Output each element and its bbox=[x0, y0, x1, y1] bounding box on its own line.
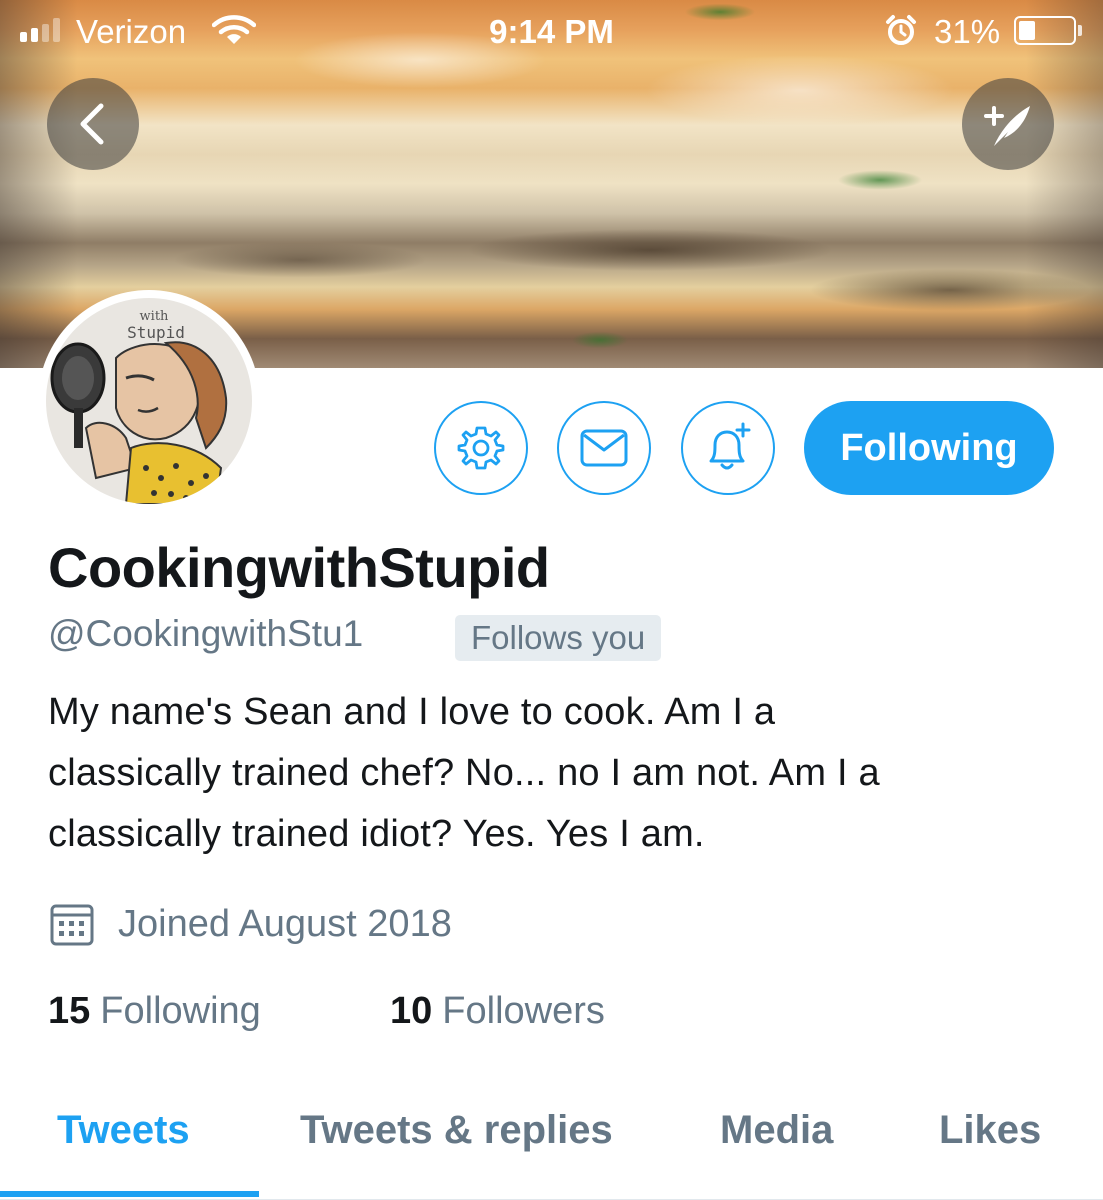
back-button[interactable] bbox=[47, 78, 139, 170]
tab-media[interactable]: Media bbox=[720, 1108, 833, 1153]
direct-message-button[interactable] bbox=[557, 401, 651, 495]
avatar-image: with Stupid bbox=[46, 298, 252, 504]
bio-line: classically trained chef? No... no I am … bbox=[48, 752, 880, 794]
profile-tabs: Tweets Tweets & replies Media Likes bbox=[0, 1088, 1103, 1200]
avatar-text-with: with bbox=[140, 309, 170, 324]
following-count: 15 bbox=[48, 990, 91, 1032]
battery-percent: 31% bbox=[934, 13, 1001, 50]
battery-nub bbox=[1078, 25, 1082, 36]
alarm-icon bbox=[884, 14, 918, 56]
follows-you-badge: Follows you bbox=[455, 615, 662, 661]
calendar-icon bbox=[50, 904, 94, 946]
bio-line: My name's Sean and I love to cook. Am I … bbox=[48, 691, 776, 733]
followers-count: 10 bbox=[390, 990, 433, 1032]
bell-plus-icon bbox=[709, 422, 751, 470]
compose-tweet-icon bbox=[984, 106, 1030, 146]
avatar-text-stupid: Stupid bbox=[127, 323, 185, 342]
followers-count-link[interactable]: 10 Followers bbox=[390, 990, 605, 1033]
tab-tweets[interactable]: Tweets bbox=[57, 1108, 190, 1153]
envelope-icon bbox=[580, 429, 628, 467]
profile-avatar[interactable]: with Stupid bbox=[38, 290, 260, 512]
notifications-button[interactable] bbox=[681, 401, 775, 495]
bio-line: classically trained idiot? Yes. Yes I am… bbox=[48, 813, 705, 855]
battery-icon bbox=[1014, 16, 1076, 45]
display-name: CookingwithStupid bbox=[48, 536, 550, 599]
settings-button[interactable] bbox=[434, 401, 528, 495]
status-bar: Verizon 9:14 PM 31% bbox=[0, 0, 1103, 62]
tab-tweets-and-replies[interactable]: Tweets & replies bbox=[300, 1108, 613, 1153]
tab-likes[interactable]: Likes bbox=[939, 1108, 1041, 1153]
following-button[interactable]: Following bbox=[804, 401, 1054, 495]
chevron-left-icon bbox=[80, 103, 104, 145]
joined-date: Joined August 2018 bbox=[48, 900, 452, 948]
followers-label: Followers bbox=[442, 990, 605, 1032]
profile-bio: My name's Sean and I love to cook. Am I … bbox=[48, 682, 1078, 865]
following-count-link[interactable]: 15 Following bbox=[48, 990, 261, 1033]
active-tab-indicator bbox=[0, 1191, 259, 1197]
gear-icon bbox=[457, 426, 505, 470]
following-label: Following bbox=[100, 990, 261, 1032]
compose-tweet-button[interactable] bbox=[962, 78, 1054, 170]
joined-text: Joined August 2018 bbox=[118, 902, 452, 945]
user-handle: @CookingwithStu1 bbox=[48, 613, 364, 654]
